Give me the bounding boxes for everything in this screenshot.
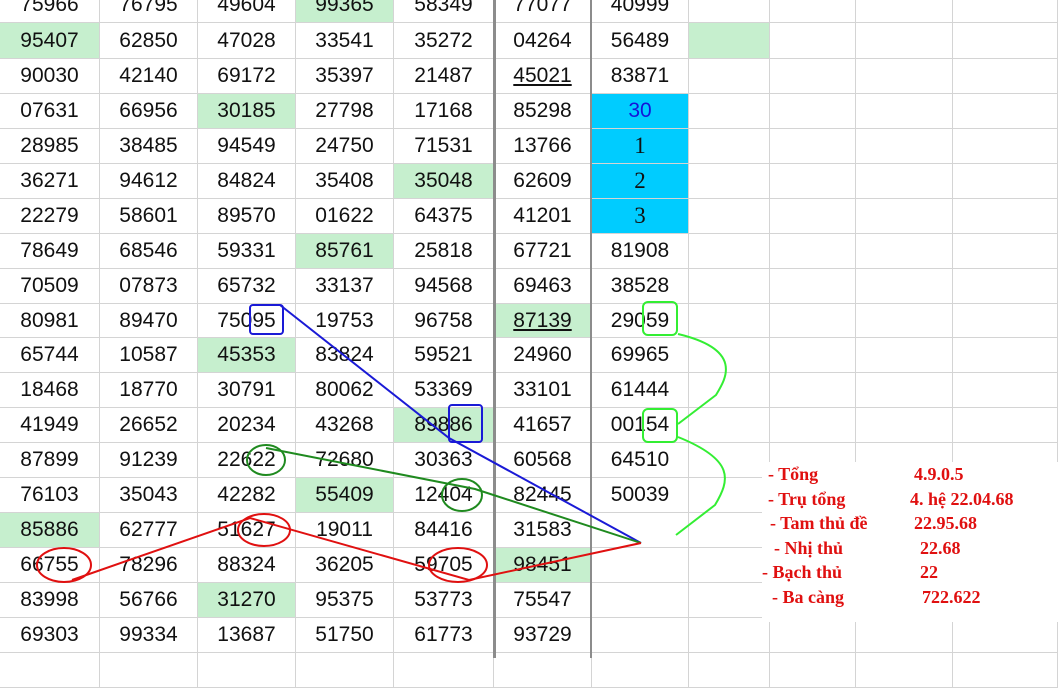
empty-cell[interactable]	[100, 653, 198, 688]
lime-curve-upper	[677, 333, 727, 425]
green-connector-line	[265, 447, 642, 544]
note-label: - Tam thủ đề	[770, 513, 868, 533]
empty-cell[interactable]	[198, 653, 296, 688]
note-value: 22.95.68	[914, 513, 977, 533]
lime-box-29059	[642, 301, 678, 336]
empty-cell[interactable]	[592, 653, 689, 688]
note-value: 22	[920, 562, 938, 582]
blue-box-89886	[448, 404, 483, 443]
note-value: 4.9.0.5	[914, 464, 964, 484]
note-value: 4. hệ 22.04.68	[910, 488, 1014, 509]
blue-box-75095	[249, 304, 284, 335]
lime-box-00154	[642, 408, 678, 443]
note-label: - Trụ tổng	[768, 488, 846, 509]
lime-curve-lower	[675, 436, 726, 536]
empty-cell[interactable]	[953, 653, 1058, 688]
blue-connector-line	[279, 304, 642, 544]
empty-cell[interactable]	[689, 653, 770, 688]
note-label: - Ba càng	[772, 586, 844, 607]
empty-cell[interactable]	[856, 653, 953, 688]
note-label: - Bạch thủ	[762, 562, 843, 582]
empty-cell[interactable]	[494, 653, 592, 688]
note-label: - Nhị thủ	[774, 537, 844, 558]
note-value: 22.68	[920, 537, 961, 558]
prediction-notes: - Tổng 4.9.0.5 - Trụ tổng 4. hệ 22.04.68 - T…	[762, 462, 1058, 622]
empty-cell[interactable]	[394, 653, 494, 688]
empty-cell[interactable]	[296, 653, 394, 688]
note-value: 722.622	[922, 586, 981, 607]
note-label: - Tổng	[768, 464, 819, 484]
red-connector-line	[71, 516, 642, 582]
empty-cell[interactable]	[0, 653, 100, 688]
green-circle-22622	[246, 444, 286, 476]
empty-cell[interactable]	[770, 653, 856, 688]
